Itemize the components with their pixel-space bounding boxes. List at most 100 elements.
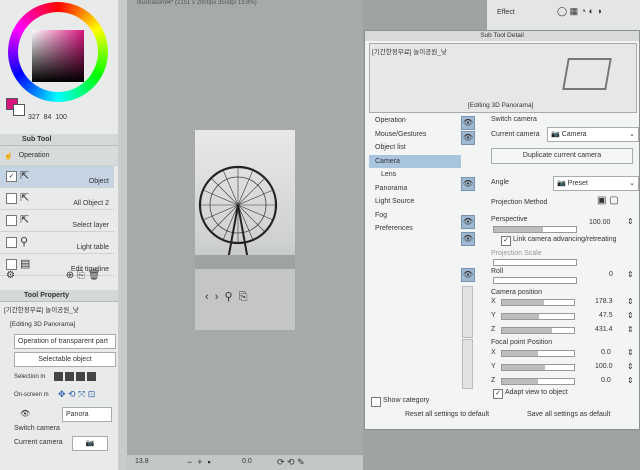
- list-item[interactable]: ⚲ Light table: [0, 232, 114, 254]
- category-camera[interactable]: Camera: [369, 154, 461, 168]
- show-category-checkbox[interactable]: [371, 397, 381, 407]
- eye-toggle[interactable]: 👁: [461, 177, 475, 191]
- camera-icon-dropdown[interactable]: 📷: [72, 436, 108, 451]
- category-light-source[interactable]: Light Source: [369, 195, 461, 209]
- settings-icon[interactable]: ⚙: [6, 270, 15, 281]
- spinner-icon[interactable]: ⇕: [627, 348, 634, 357]
- spinner-icon[interactable]: ⇕: [627, 376, 634, 385]
- list-item[interactable]: ✓ ⇱ Object: [0, 166, 114, 188]
- angle-value[interactable]: 0.0: [242, 458, 252, 465]
- eye-toggle[interactable]: 👁: [461, 268, 475, 282]
- selection-mode-buttons[interactable]: [54, 372, 104, 382]
- eye-icon[interactable]: 👁: [20, 409, 30, 418]
- checkbox[interactable]: [6, 237, 17, 248]
- camera-z-value[interactable]: 431.4: [595, 326, 613, 333]
- scrollbar[interactable]: [462, 339, 473, 389]
- roll-title: Roll: [491, 268, 504, 275]
- category-fog[interactable]: Fog: [369, 209, 461, 223]
- tool-property-header: Tool Property: [0, 290, 118, 302]
- trash-icon[interactable]: 🗑: [88, 270, 101, 281]
- copy-icon[interactable]: ⎘: [77, 270, 85, 281]
- camera-z-slider[interactable]: [501, 327, 575, 334]
- camera-x-value[interactable]: 178.3: [595, 298, 613, 305]
- magnifier-icon: ⚲: [20, 236, 29, 248]
- add-icon[interactable]: ⊕: [66, 270, 74, 281]
- roll-slider[interactable]: [493, 277, 577, 284]
- zoom-value[interactable]: 13.8: [135, 458, 149, 465]
- camera-select[interactable]: 📷 Camera ⌄: [547, 127, 639, 142]
- spinner-icon[interactable]: ⇕: [627, 311, 634, 320]
- roll-value[interactable]: 0: [609, 271, 613, 278]
- focal-y-slider[interactable]: [501, 364, 575, 371]
- link-camera-checkbox[interactable]: ✓: [501, 236, 511, 246]
- link-camera-label: Link camera advancing/retreating: [513, 236, 617, 243]
- eye-toggle[interactable]: 👁: [461, 116, 475, 130]
- mode-button[interactable]: [76, 372, 85, 381]
- category-operation[interactable]: Operation: [369, 114, 461, 128]
- projection-scale-slider[interactable]: [493, 259, 577, 266]
- adapt-view-checkbox[interactable]: ✓: [493, 389, 503, 399]
- focal-position-title: Focal point Position: [491, 339, 553, 346]
- focal-x-slider[interactable]: [501, 350, 575, 357]
- axis-x-label: X: [491, 298, 496, 305]
- detail-layer: [기간한정무료] 놀이공원_낮: [372, 49, 447, 56]
- checkbox[interactable]: [6, 259, 17, 270]
- focal-x-value[interactable]: 0.0: [601, 349, 611, 356]
- checkbox[interactable]: [6, 193, 17, 204]
- perspective-value[interactable]: 100.00: [589, 219, 610, 226]
- tool-operation-row[interactable]: ☝ Operation: [0, 146, 118, 166]
- spinner-icon[interactable]: ⇕: [627, 217, 634, 226]
- category-lens[interactable]: Lens: [369, 168, 461, 182]
- eye-toggle[interactable]: 👁: [461, 215, 475, 229]
- preview-nav-icons[interactable]: ‹ › ⚲ ⎘: [205, 290, 248, 304]
- spinner-icon[interactable]: ⇕: [627, 362, 634, 371]
- mode-button[interactable]: [54, 372, 63, 381]
- projection-buttons[interactable]: ▣ ▢: [597, 195, 619, 206]
- detail-header[interactable]: Sub Tool Detail: [365, 31, 639, 41]
- tool-property-title: Tool Property: [24, 292, 69, 299]
- selectable-object-dropdown[interactable]: Selectable object: [14, 352, 116, 367]
- chevron-down-icon: ⌄: [629, 180, 635, 187]
- camera-x-slider[interactable]: [501, 299, 575, 306]
- sub-color-chip[interactable]: [13, 104, 25, 116]
- mode-button[interactable]: [65, 372, 74, 381]
- angle-select[interactable]: 📷 Preset ⌄: [553, 176, 639, 191]
- spinner-icon[interactable]: ⇕: [627, 297, 634, 306]
- spinner-icon[interactable]: ⇕: [627, 270, 634, 279]
- category-preferences[interactable]: Preferences: [369, 222, 461, 236]
- list-item[interactable]: ⇱ Select layer: [0, 210, 114, 232]
- scrollbar[interactable]: [462, 286, 473, 338]
- zoom-controls[interactable]: − + ▪: [187, 457, 211, 467]
- tool-name: Operation: [18, 152, 50, 159]
- reset-all-button[interactable]: Reset all settings to default: [405, 411, 489, 418]
- camera-y-slider[interactable]: [501, 313, 575, 320]
- current-camera-label: Current camera: [14, 439, 63, 446]
- manipulator-icons[interactable]: ✥ ⟲ ⤧ ⊡: [58, 389, 95, 400]
- eye-toggle[interactable]: 👁: [461, 131, 475, 145]
- rotate-controls[interactable]: ⟳ ⟲ ✎: [277, 457, 305, 468]
- effect-icons[interactable]: ◯ ▦ ◔ ◐ ◑: [557, 6, 602, 17]
- duplicate-camera-button[interactable]: Duplicate current camera: [491, 148, 633, 164]
- camera-y-value[interactable]: 47.5: [599, 312, 613, 319]
- panel-scroll-strip[interactable]: [118, 0, 127, 470]
- eye-toggle[interactable]: 👁: [461, 232, 475, 246]
- category-object-list[interactable]: Object list: [369, 141, 461, 155]
- spinner-icon[interactable]: ⇕: [627, 325, 634, 334]
- checkbox[interactable]: ✓: [6, 171, 17, 182]
- mode-button[interactable]: [87, 372, 96, 381]
- save-all-button[interactable]: Save all settings as default: [527, 411, 610, 418]
- panorama-preview[interactable]: ‹ › ⚲ ⎘: [195, 130, 295, 330]
- category-panorama[interactable]: Panorama: [369, 182, 461, 196]
- operation-dropdown[interactable]: Operation of transparent part: [14, 334, 116, 349]
- saturation-value-square[interactable]: [32, 30, 84, 82]
- category-mouse-gestures[interactable]: Mouse/Gestures: [369, 128, 461, 142]
- focal-y-value[interactable]: 100.0: [595, 363, 613, 370]
- focal-z-value[interactable]: 0.0: [601, 377, 611, 384]
- checkbox[interactable]: [6, 215, 17, 226]
- current-camera-title: Current camera: [491, 131, 540, 138]
- list-item[interactable]: ⇱ All Object 2: [0, 188, 114, 210]
- focal-z-slider[interactable]: [501, 378, 575, 385]
- perspective-slider[interactable]: [493, 226, 577, 233]
- switch-camera-label: Switch camera: [14, 425, 60, 432]
- panorama-dropdown[interactable]: Panora: [62, 407, 112, 422]
